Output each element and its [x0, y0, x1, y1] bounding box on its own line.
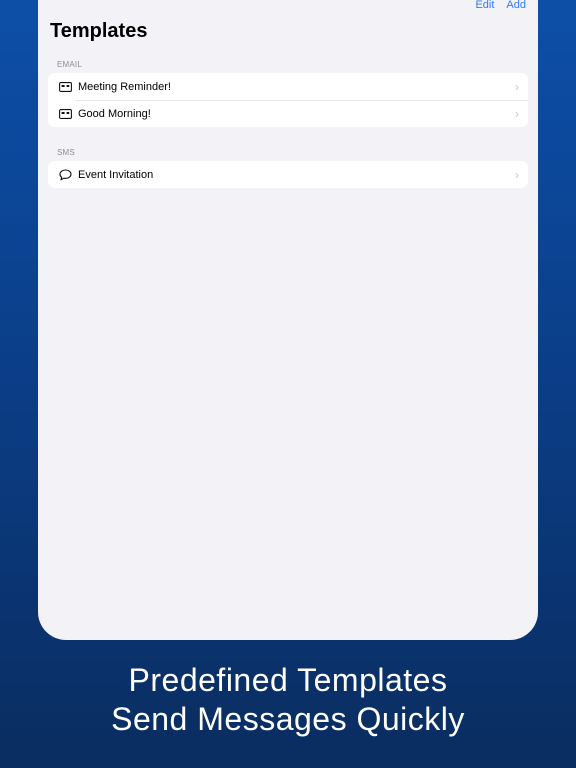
list-item-meeting-reminder[interactable]: Meeting Reminder! › — [48, 73, 528, 100]
list-item-label: Meeting Reminder! — [78, 80, 171, 93]
page-title: Templates — [50, 20, 148, 42]
email-group: Meeting Reminder! › Good Morning! › — [48, 73, 528, 127]
add-button[interactable]: Add — [506, 0, 526, 12]
chevron-right-icon: › — [515, 106, 519, 121]
tagline-line-2: Send Messages Quickly — [111, 701, 465, 737]
list-item-event-invitation[interactable]: Event Invitation › — [48, 161, 528, 188]
section-header-email: EMAIL — [57, 60, 83, 69]
list-item-label: Event Invitation — [78, 168, 154, 181]
sms-group: Event Invitation › — [48, 161, 528, 188]
chevron-right-icon: › — [515, 167, 519, 182]
nav-actions: Edit Add — [475, 0, 526, 12]
tagline-line-1: Predefined Templates — [128, 662, 448, 698]
list-item-good-morning[interactable]: Good Morning! › — [48, 100, 528, 127]
app-screen: Edit Add Templates EMAIL Meeting Reminde… — [38, 0, 538, 640]
chevron-right-icon: › — [515, 79, 519, 94]
email-card-icon — [52, 108, 78, 119]
edit-button[interactable]: Edit — [475, 0, 494, 12]
list-item-label: Good Morning! — [78, 107, 151, 120]
chat-bubble-icon — [52, 168, 78, 181]
section-header-sms: SMS — [57, 148, 75, 157]
email-card-icon — [52, 81, 78, 92]
